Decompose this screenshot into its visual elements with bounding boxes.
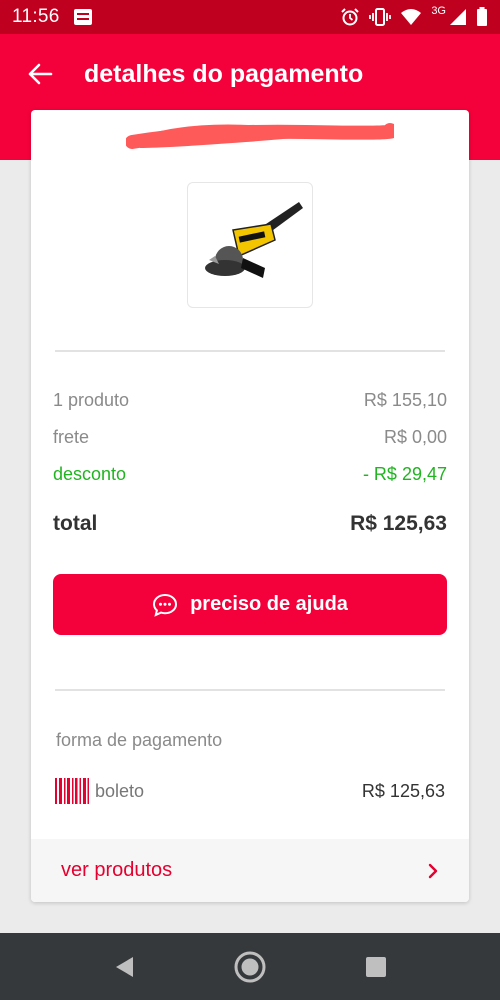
angle-grinder-image — [205, 202, 303, 278]
see-products-label: ver produtos — [61, 859, 173, 881]
payment-method-row: boleto R$ 125,63 — [55, 778, 445, 804]
chevron-right-icon — [427, 862, 439, 880]
system-nav-bar — [0, 933, 500, 1000]
status-time: 11:56 — [12, 6, 60, 27]
status-bar: 11:56 3G — [0, 0, 500, 34]
products-subtotal-row: 1 produto R$ 155,10 — [53, 390, 447, 411]
arrow-left-icon — [28, 63, 53, 85]
divider — [55, 350, 445, 352]
nav-back-button[interactable] — [104, 947, 144, 987]
barcode-icon — [55, 778, 89, 804]
signal-icon — [450, 9, 466, 25]
vibrate-icon — [369, 8, 392, 26]
nav-home-button[interactable] — [230, 947, 270, 987]
network-type: 3G — [431, 5, 446, 17]
shipping-value: R$ 0,00 — [383, 427, 447, 447]
products-value: R$ 155,10 — [363, 390, 447, 410]
discount-label: desconto — [53, 464, 127, 484]
need-help-button[interactable]: preciso de ajuda — [53, 574, 447, 635]
app-bar: detalhes do pagamento — [0, 34, 500, 114]
nav-recents-button[interactable] — [356, 947, 396, 987]
circle-home-icon — [234, 951, 266, 982]
square-recents-icon — [366, 956, 386, 977]
product-image[interactable] — [187, 182, 313, 308]
battery-icon — [477, 7, 487, 26]
triangle-back-icon — [116, 956, 133, 977]
back-button[interactable] — [22, 56, 58, 92]
products-label: 1 produto — [53, 390, 130, 410]
shipping-label: frete — [53, 427, 90, 447]
shipping-row: frete R$ 0,00 — [53, 427, 447, 448]
payment-method-title: forma de pagamento — [56, 730, 223, 750]
notification-icon — [73, 9, 92, 25]
divider — [55, 689, 445, 691]
discount-value: - R$ 29,47 — [362, 464, 447, 484]
total-value: R$ 125,63 — [350, 512, 447, 535]
wifi-icon — [401, 9, 422, 25]
payment-method-name: boleto — [95, 780, 145, 801]
redacted-scribble — [126, 123, 394, 149]
need-help-label: preciso de ajuda — [190, 593, 348, 615]
payment-amount: R$ 125,63 — [361, 780, 445, 801]
see-products-button[interactable]: ver produtos — [31, 839, 469, 902]
discount-row: desconto - R$ 29,47 — [53, 464, 447, 485]
page-title: detalhes do pagamento — [84, 59, 364, 88]
total-row: total R$ 125,63 — [53, 512, 447, 536]
chat-bubble-icon — [152, 593, 178, 617]
alarm-icon — [341, 8, 360, 26]
payment-details-card: 1 produto R$ 155,10 frete R$ 0,00 descon… — [31, 110, 469, 902]
status-icons: 3G — [340, 5, 488, 27]
total-label: total — [53, 512, 98, 535]
